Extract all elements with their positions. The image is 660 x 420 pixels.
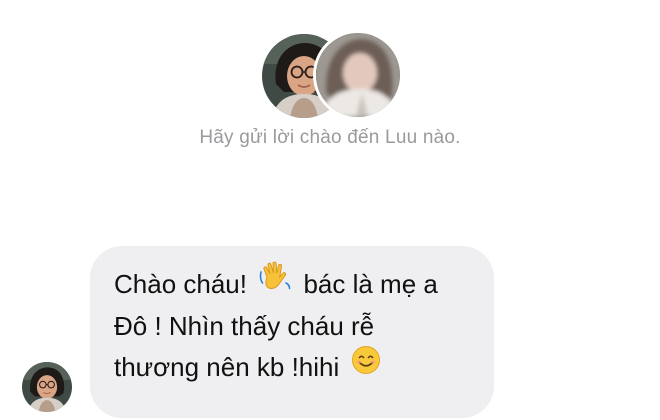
message-line-1: Chào cháu! bác là mẹ a	[114, 261, 474, 306]
smiling-face-emoji-icon	[351, 345, 381, 387]
say-hi-prompt: Hãy gửi lời chào đến Luu nào.	[199, 127, 461, 148]
sender-avatar[interactable]	[22, 362, 72, 412]
message-text: thương nên kb !hihi	[114, 352, 347, 383]
chat-screen: Hãy gửi lời chào đến Luu nào. Chào cháu!	[0, 0, 660, 420]
waving-hand-emoji-icon	[258, 260, 292, 306]
contact-avatar-blurred[interactable]	[313, 30, 403, 120]
incoming-message-bubble[interactable]: Chào cháu! bác là mẹ a Đô ! Nhìn thấy ch…	[90, 246, 494, 418]
message-line-3: thương nên kb !hihi	[114, 345, 474, 388]
conversation-avatars[interactable]	[259, 30, 404, 121]
blurred-user-photo-icon	[316, 33, 400, 117]
message-line-2: Đô ! Nhìn thấy cháu rễ	[114, 311, 375, 342]
message-text: bác là mẹ a	[296, 269, 438, 299]
woman-glasses-photo-icon	[22, 362, 72, 412]
message-text: Chào cháu!	[114, 269, 255, 299]
